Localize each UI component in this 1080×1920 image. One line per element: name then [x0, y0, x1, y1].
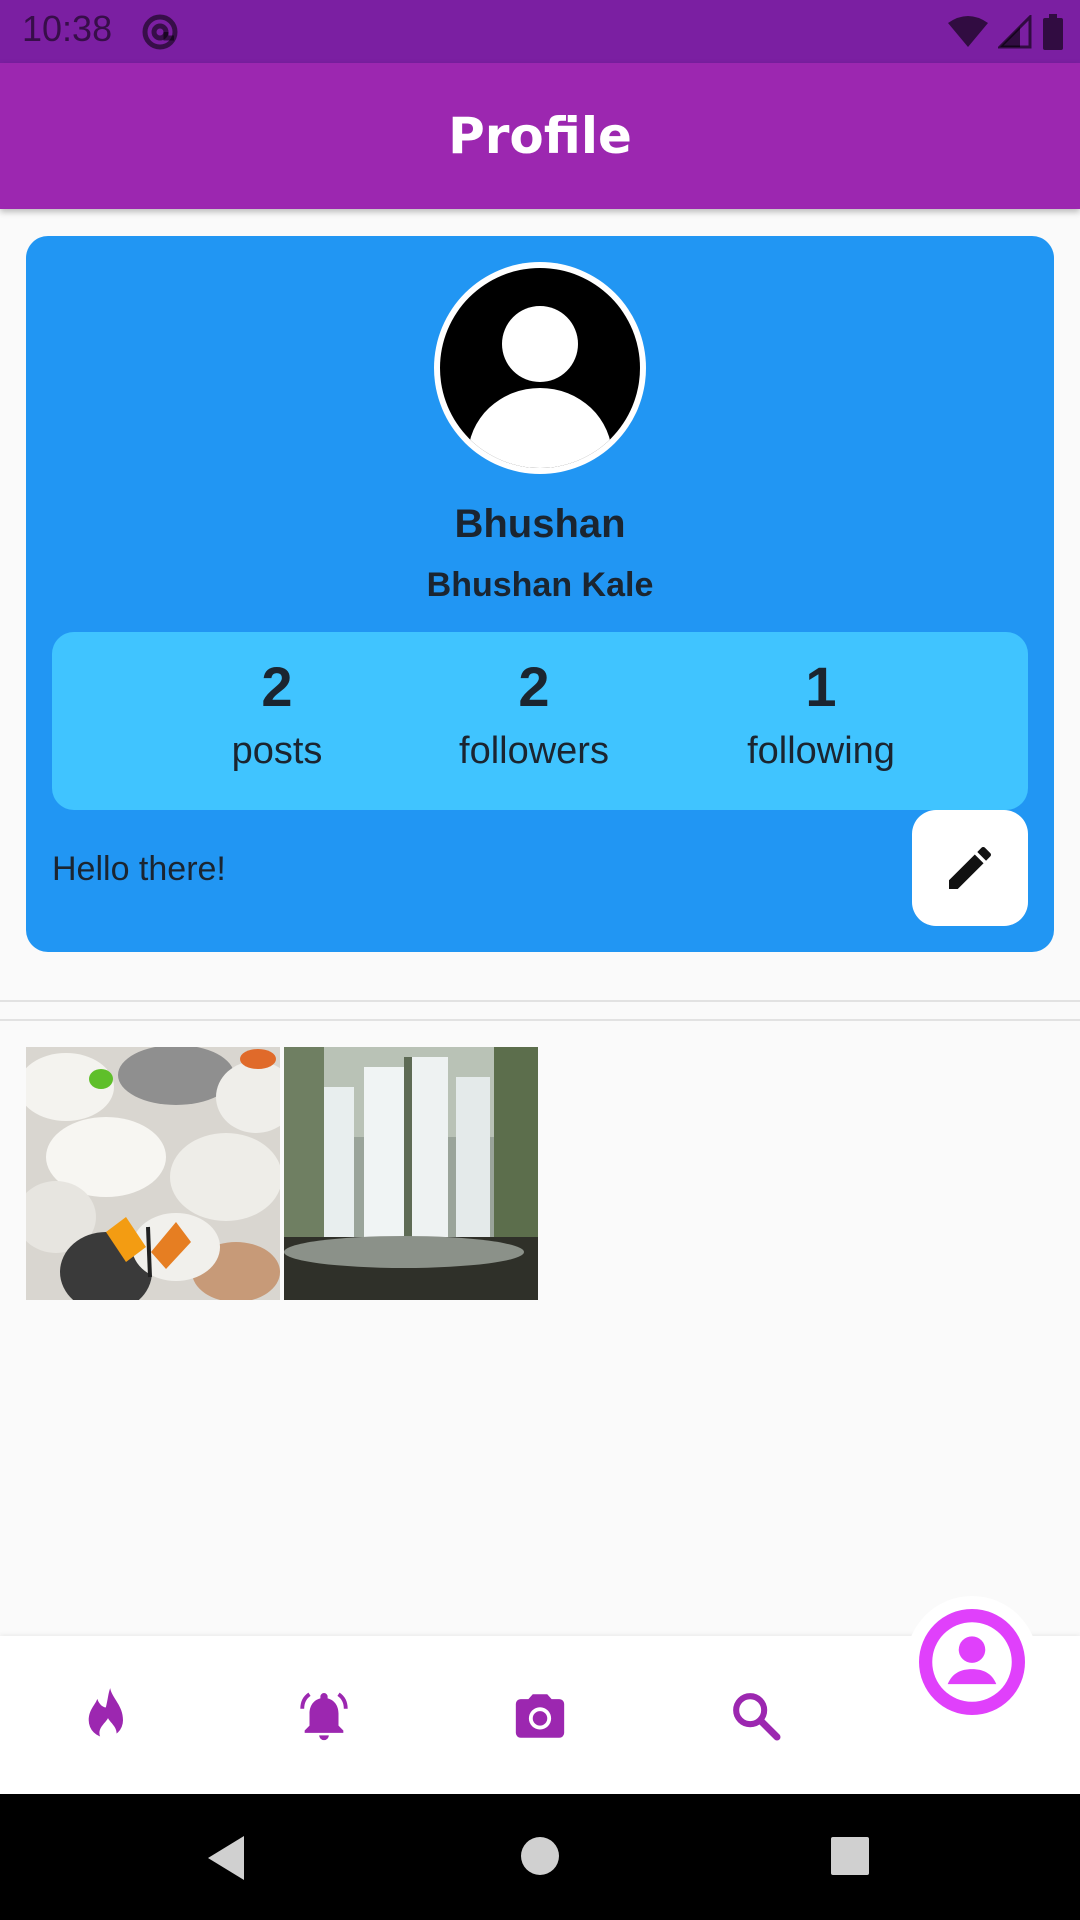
pencil-icon: [949, 846, 992, 889]
stat-label: following: [747, 730, 895, 772]
username: Bhushan: [454, 502, 626, 546]
stat-posts[interactable]: 2 posts: [157, 652, 397, 778]
pebbles-butterfly-photo: [26, 1047, 280, 1300]
signal-icon: [996, 13, 1032, 54]
home-icon[interactable]: [520, 1836, 560, 1881]
bio-text: Hello there!: [52, 850, 226, 888]
waterfall-photo: [284, 1047, 538, 1300]
wifi-icon: [948, 15, 988, 54]
status-time: 10:38: [22, 8, 113, 49]
status-bar: 10:38: [0, 0, 1080, 63]
battery-icon: [1042, 14, 1064, 55]
stats-box: 2 posts 2 followers 1 following: [52, 632, 1028, 810]
nav-item-feed[interactable]: [76, 1684, 140, 1748]
page-title: Profile: [448, 107, 632, 165]
stat-count: 2: [518, 655, 550, 718]
edit-profile-button[interactable]: [912, 810, 1028, 926]
overview-icon[interactable]: [830, 1836, 870, 1881]
divider: [0, 1000, 1080, 1002]
stat-following[interactable]: 1 following: [701, 652, 941, 778]
search-icon: [733, 1693, 781, 1741]
system-navigation-bar: [0, 1794, 1080, 1920]
fire-icon: [88, 1688, 123, 1742]
person-avatar-icon: [440, 268, 640, 468]
back-icon[interactable]: [204, 1834, 246, 1887]
at-sign-icon: [140, 12, 180, 52]
nav-item-camera[interactable]: [508, 1684, 572, 1748]
post-thumbnail[interactable]: [284, 1047, 538, 1300]
stat-count: 1: [805, 655, 837, 718]
stat-count: 2: [261, 655, 293, 718]
divider: [0, 1019, 1080, 1021]
stat-label: followers: [459, 730, 609, 772]
nav-item-notifications[interactable]: [292, 1684, 356, 1748]
profile-card: Bhushan Bhushan Kale 2 posts 2 followers…: [26, 236, 1054, 952]
nav-item-search[interactable]: [724, 1684, 788, 1748]
bell-icon: [300, 1692, 348, 1741]
camera-icon: [515, 1694, 565, 1738]
full-name: Bhushan Kale: [426, 566, 654, 604]
stat-followers[interactable]: 2 followers: [414, 652, 654, 778]
app-bar: Profile: [0, 63, 1080, 209]
account-circle-icon: [919, 1609, 1025, 1715]
stat-label: posts: [231, 730, 323, 772]
nav-item-profile[interactable]: [906, 1596, 1038, 1728]
avatar[interactable]: [434, 262, 646, 474]
post-thumbnail[interactable]: [26, 1047, 280, 1300]
